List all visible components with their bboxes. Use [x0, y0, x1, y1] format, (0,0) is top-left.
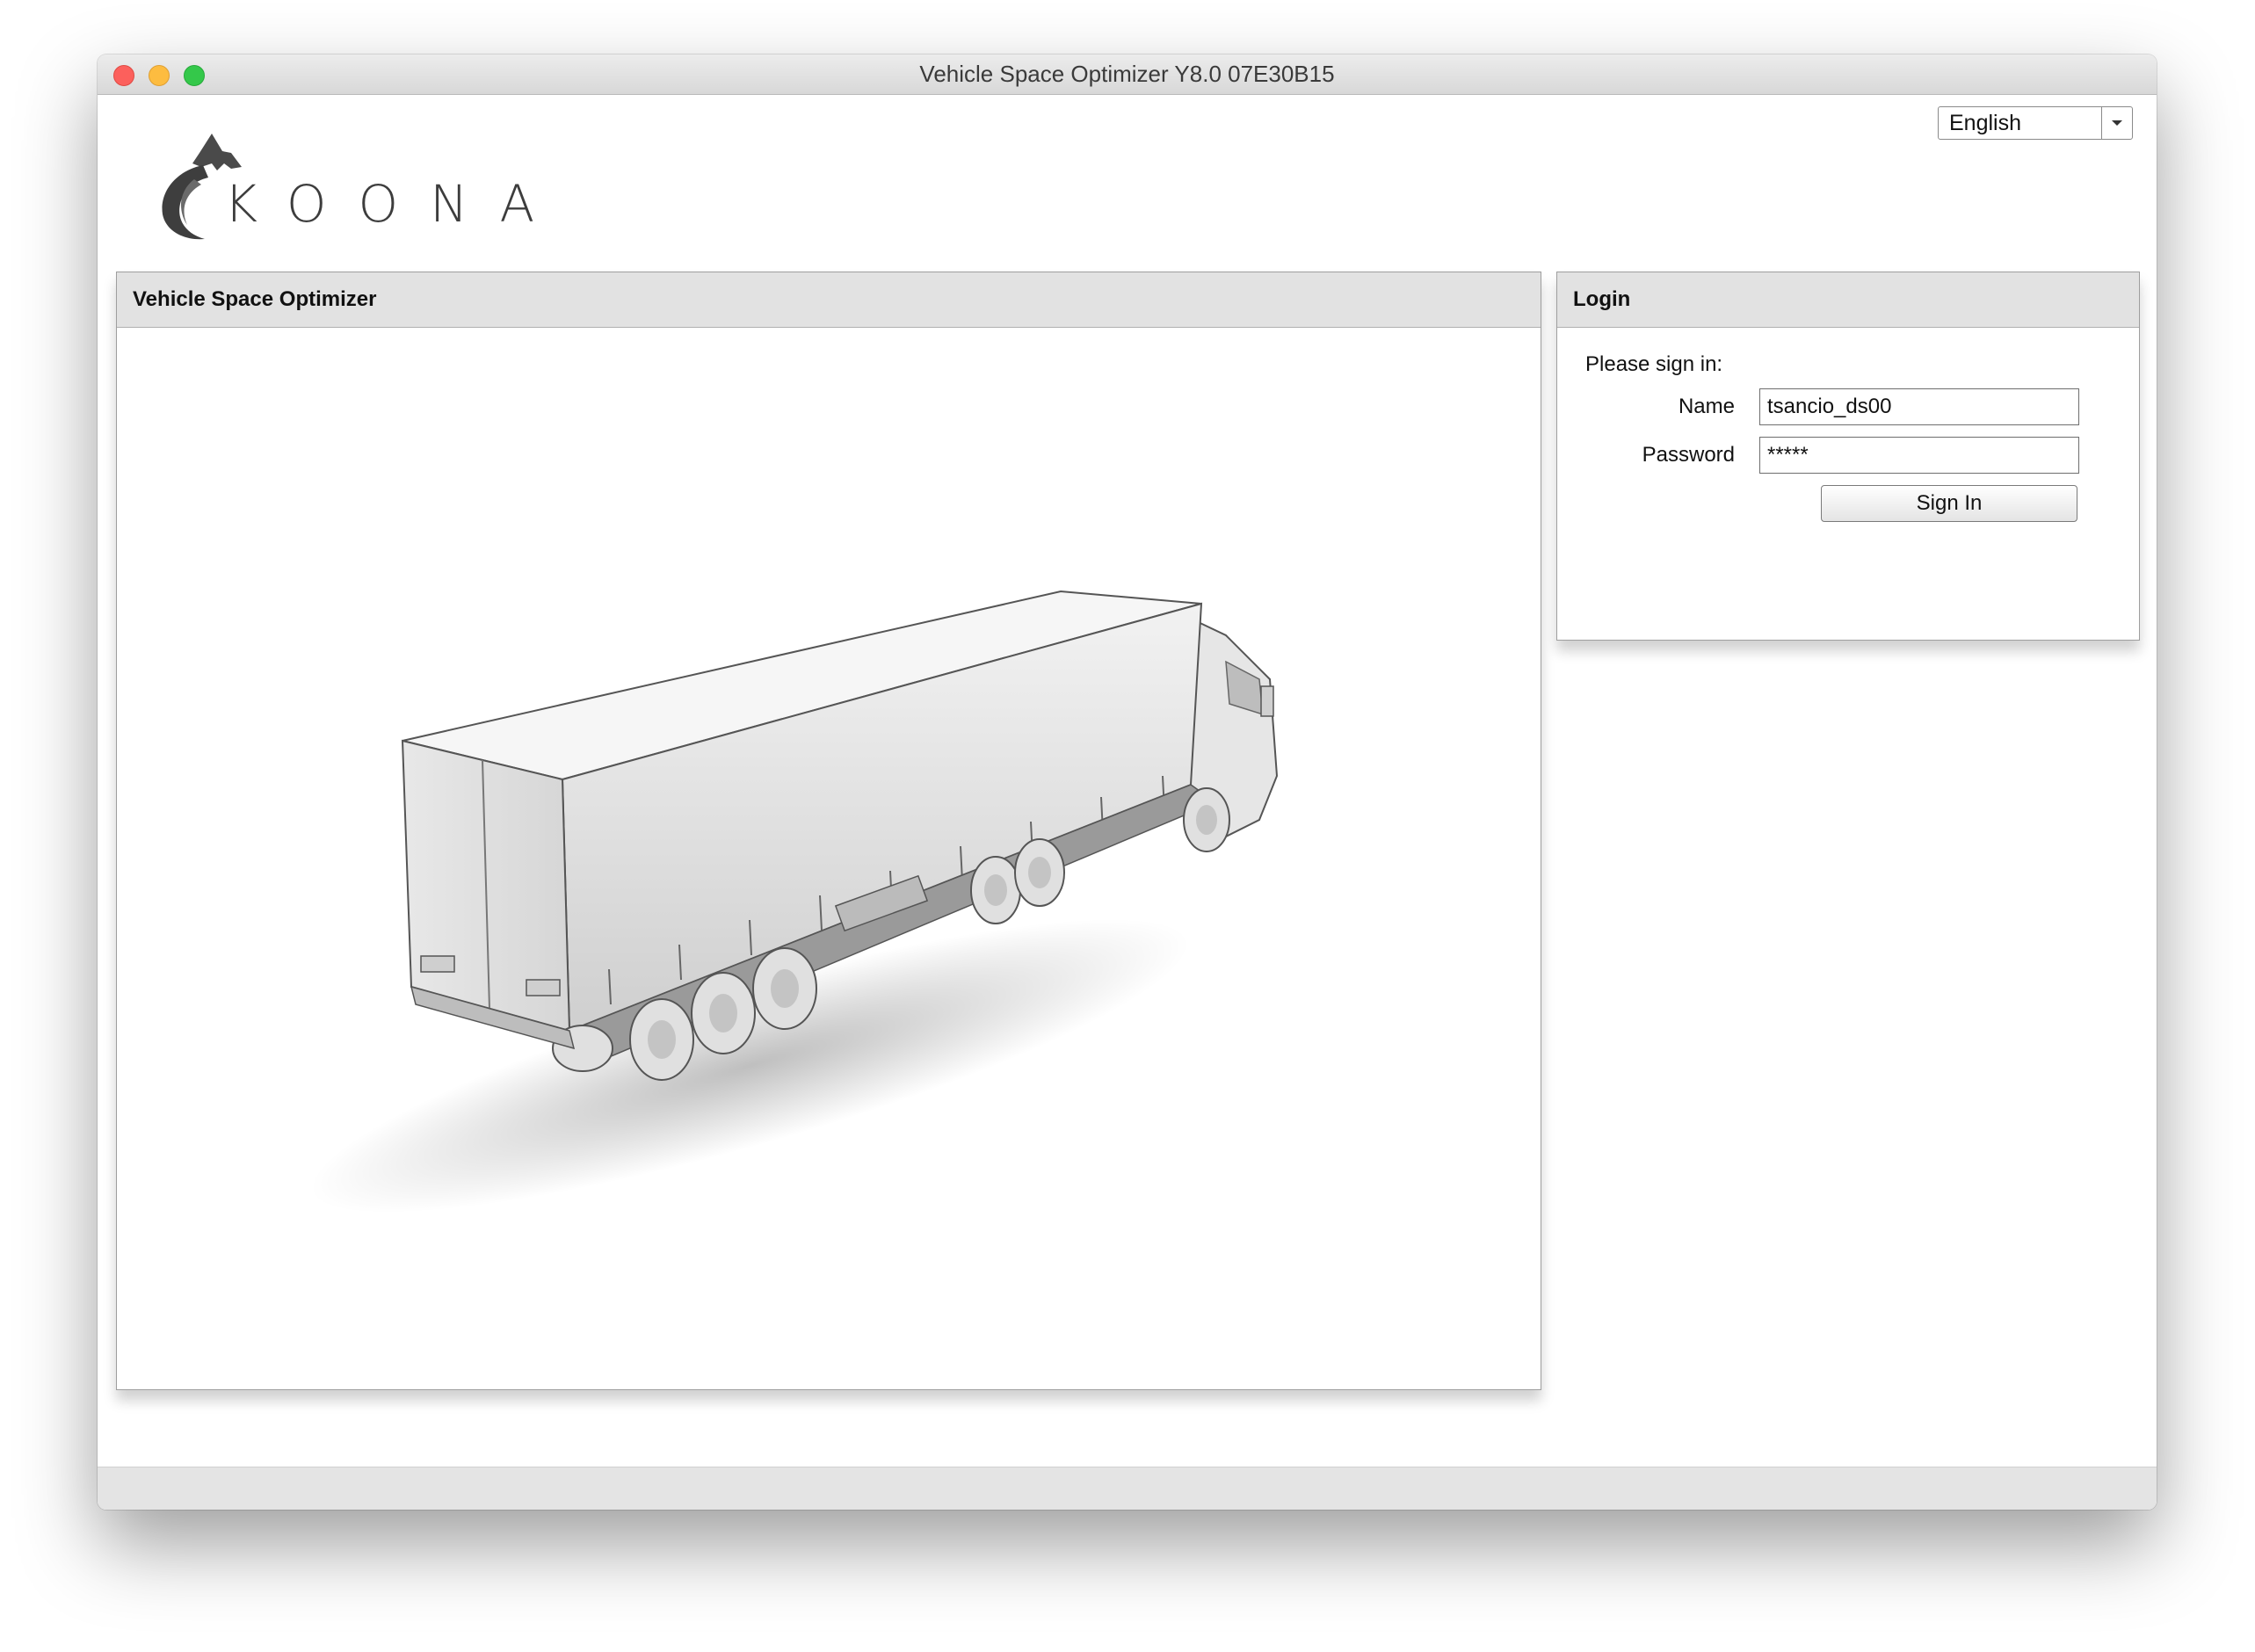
panel-title: Vehicle Space Optimizer: [117, 272, 1541, 328]
window-title: Vehicle Space Optimizer Y8.0 07E30B15: [919, 61, 1335, 87]
password-label: Password: [1642, 443, 1735, 467]
title-bar: Vehicle Space Optimizer Y8.0 07E30B15: [98, 54, 2157, 95]
app-window: Vehicle Space Optimizer Y8.0 07E30B15 KO…: [98, 54, 2157, 1510]
koona-logo: KOONA: [150, 128, 534, 243]
window-content: KOONA English Vehicle Space Optimizer Lo…: [98, 95, 2157, 1510]
status-bar: [98, 1467, 2157, 1510]
vehicle-space-optimizer-panel: Vehicle Space Optimizer: [116, 272, 1541, 1390]
password-field[interactable]: [1759, 437, 2079, 474]
sign-in-prompt: Please sign in:: [1585, 352, 1723, 376]
name-field[interactable]: [1759, 388, 2079, 425]
login-panel: Login Please sign in: Name Password Sign…: [1556, 272, 2140, 641]
brand-wordmark: KOONA: [224, 174, 567, 234]
chevron-down-icon[interactable]: [2101, 107, 2132, 139]
sign-in-button[interactable]: Sign In: [1821, 485, 2077, 522]
name-label: Name: [1678, 395, 1735, 418]
login-panel-title: Login: [1557, 272, 2139, 328]
language-select[interactable]: English: [1938, 106, 2133, 140]
truck-illustration: [117, 328, 1541, 1389]
language-selected-value: English: [1949, 111, 2021, 135]
